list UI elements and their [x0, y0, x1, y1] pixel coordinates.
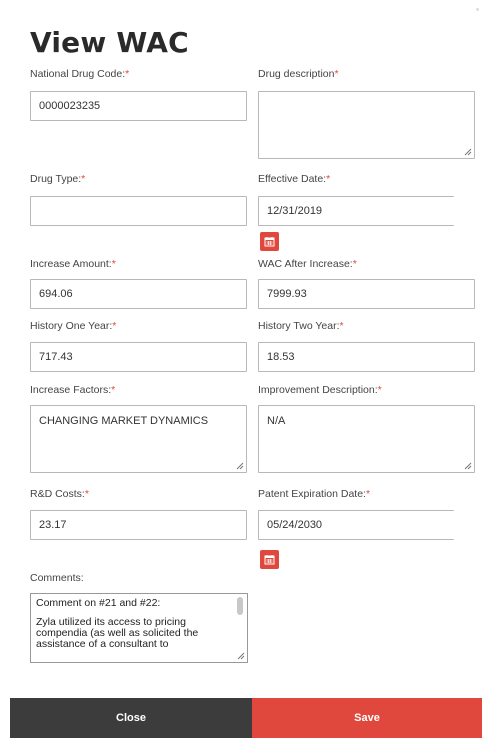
effective-date-calendar-button[interactable]: [260, 232, 279, 251]
drug-type-label: Drug Type:*: [30, 173, 86, 185]
save-button[interactable]: Save: [252, 698, 482, 738]
comments-line: Comment on #21 and #22:: [36, 597, 161, 609]
history-one-year-field[interactable]: 717.43: [30, 342, 247, 372]
comments-label: Comments:: [30, 572, 84, 584]
increase-amount-field[interactable]: 694.06: [30, 279, 247, 309]
increase-amount-label: Increase Amount:*: [30, 258, 116, 270]
view-wac-modal: View WAC National Drug Code:* 0000023235…: [0, 0, 482, 738]
rd-costs-label: R&D Costs:*: [30, 488, 89, 500]
increase-factors-field[interactable]: CHANGING MARKET DYNAMICS: [30, 405, 247, 473]
calendar-icon: [264, 237, 275, 247]
page-title: View WAC: [30, 26, 189, 59]
rd-costs-field[interactable]: 23.17: [30, 510, 247, 540]
calendar-icon: [264, 555, 275, 565]
resize-handle-icon[interactable]: [237, 652, 245, 660]
wac-after-increase-field[interactable]: 7999.93: [258, 279, 475, 309]
patent-expiration-calendar-button[interactable]: [260, 550, 279, 569]
improvement-description-label: Improvement Description:*: [258, 384, 382, 396]
ndc-field[interactable]: 0000023235: [30, 91, 247, 121]
improvement-description-field[interactable]: N/A: [258, 405, 475, 473]
comments-scrollbar[interactable]: [237, 597, 243, 615]
patent-expiration-date-field[interactable]: 05/24/2030: [258, 510, 454, 540]
comments-line: Zyla utilized its access to pricing comp…: [36, 616, 199, 650]
history-two-year-label: History Two Year:*: [258, 320, 344, 332]
patent-expiration-date-label: Patent Expiration Date:*: [258, 488, 371, 500]
scroll-indicator: [476, 8, 479, 11]
drug-description-field[interactable]: [258, 91, 475, 159]
wac-after-increase-label: WAC After Increase:*: [258, 258, 357, 270]
resize-handle-icon[interactable]: [464, 462, 472, 470]
resize-handle-icon[interactable]: [236, 462, 244, 470]
close-button[interactable]: Close: [10, 698, 252, 738]
resize-handle-icon[interactable]: [464, 148, 472, 156]
history-two-year-field[interactable]: 18.53: [258, 342, 475, 372]
effective-date-label: Effective Date:*: [258, 173, 331, 185]
history-one-year-label: History One Year:*: [30, 320, 117, 332]
increase-factors-label: Increase Factors:*: [30, 384, 116, 396]
drug-type-field[interactable]: [30, 196, 247, 226]
drug-description-label: Drug description*: [258, 68, 339, 80]
comments-textarea[interactable]: Comment on #21 and #22: Zyla utilized it…: [30, 593, 248, 663]
ndc-label: National Drug Code:*: [30, 68, 130, 80]
effective-date-field[interactable]: 12/31/2019: [258, 196, 454, 226]
